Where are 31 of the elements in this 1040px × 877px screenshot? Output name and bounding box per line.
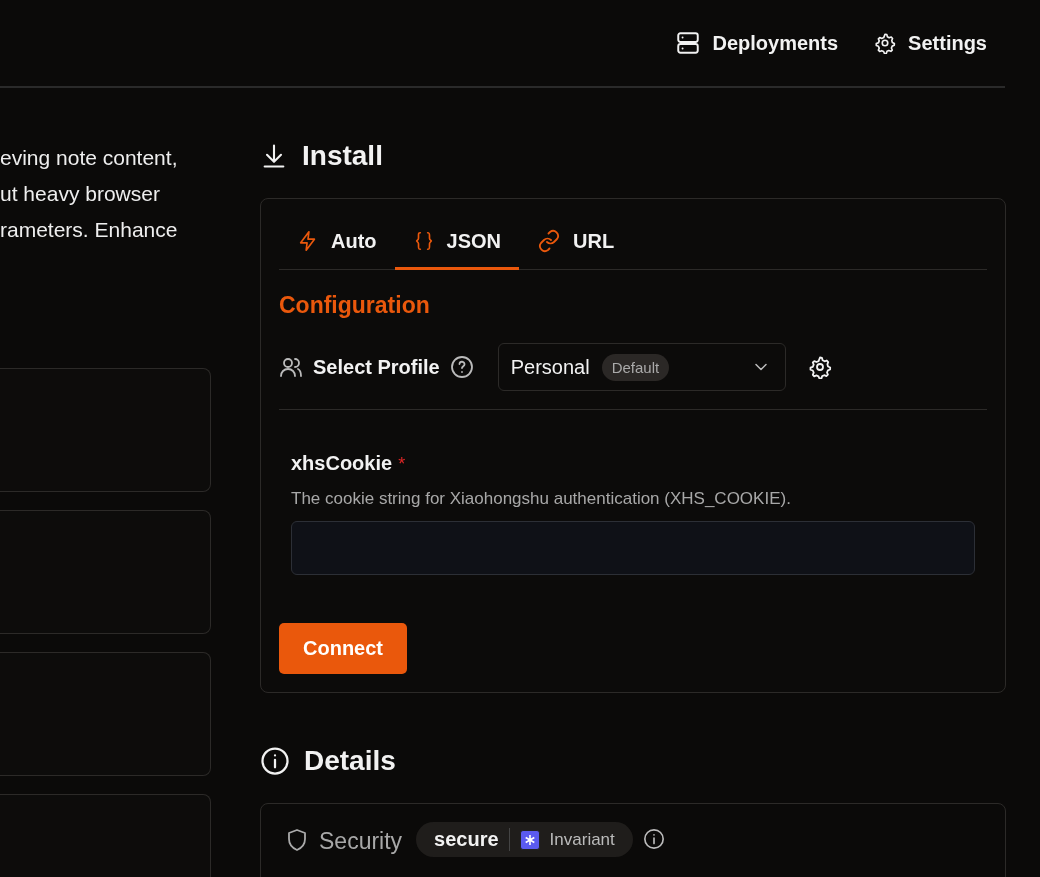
info-icon [642,828,665,850]
default-badge: Default [601,353,670,381]
status-text: secure [434,828,510,851]
help-icon [449,355,474,379]
section-heading: Install [302,140,383,172]
tab[interactable]: URL [519,215,633,270]
users-icon [279,355,303,379]
provider-text: Invariant [549,829,615,850]
connect-button[interactable]: Connect [279,623,407,674]
description-text: rameters. Enhance [0,217,179,243]
link-icon [537,229,561,253]
tab[interactable]: JSON [394,215,519,270]
info-icon [260,746,290,776]
asterisk-icon [519,829,540,850]
description-text: ut heavy browser [0,181,161,207]
nav-link[interactable]: Settings [874,31,987,55]
server-icon [674,30,701,56]
profile-label: Select Profile [313,355,440,379]
profile-select[interactable]: Personal Default [497,343,786,391]
settings-icon [874,32,897,54]
tab[interactable]: Auto [279,215,395,270]
settings-icon [807,355,832,379]
configuration-heading: Configuration [279,292,431,319]
section-heading: Details [304,745,396,777]
input-field[interactable] [291,521,975,575]
field-description: The cookie string for Xiaohongshu authentication (XHS_COOKIE). [291,489,792,509]
field-label: xhsCookie * [291,452,407,475]
security-label: Security [319,828,403,855]
description-text: eving note content, [0,145,179,171]
shield-icon [285,828,309,852]
nav-link[interactable]: Deployments [674,30,839,56]
